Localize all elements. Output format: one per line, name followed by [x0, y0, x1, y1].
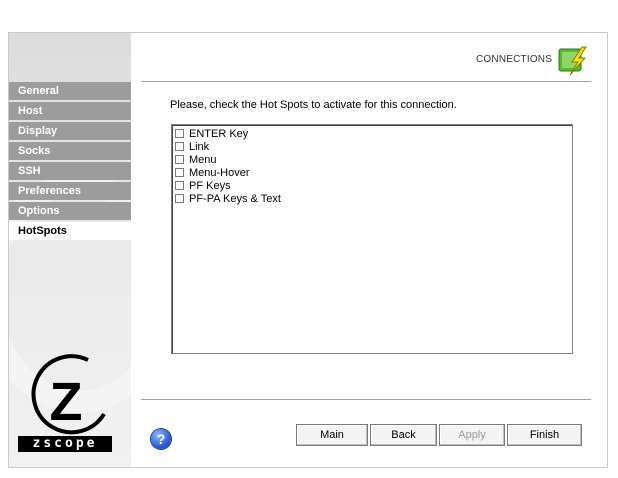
checkbox[interactable] [175, 168, 184, 177]
header-divider [141, 81, 591, 82]
checkbox[interactable] [175, 194, 184, 203]
sidebar-item-general[interactable]: General [9, 82, 131, 100]
hotspot-option-menu-hover[interactable]: Menu-Hover [175, 166, 572, 179]
apply-button[interactable]: Apply [439, 424, 505, 446]
hotspot-option-enter-key[interactable]: ENTER Key [175, 127, 572, 140]
connections-bolt-icon [558, 46, 587, 76]
sidebar-item-socks[interactable]: Socks [9, 142, 131, 160]
footer-divider [141, 399, 591, 400]
sidebar-item-display[interactable]: Display [9, 122, 131, 140]
option-label: Link [189, 140, 210, 153]
checkbox[interactable] [175, 181, 184, 190]
sidebar-item-host[interactable]: Host [9, 102, 131, 120]
sidebar-nav: General Host Display Socks SSH Preferenc… [9, 82, 131, 242]
instruction-text: Please, check the Hot Spots to activate … [170, 99, 457, 111]
hotspots-list[interactable]: ENTER Key Link Menu Menu-Hover PF Keys P… [171, 124, 573, 354]
page-title: CONNECTIONS [476, 54, 553, 65]
sidebar-item-ssh[interactable]: SSH [9, 162, 131, 180]
help-icon[interactable]: ? [151, 429, 171, 449]
checkbox[interactable] [175, 155, 184, 164]
finish-button[interactable]: Finish [507, 424, 582, 446]
checkbox[interactable] [175, 142, 184, 151]
checkbox[interactable] [175, 129, 184, 138]
sidebar-item-preferences[interactable]: Preferences [9, 182, 131, 200]
option-label: Menu-Hover [189, 166, 250, 179]
hotspot-option-pf-keys[interactable]: PF Keys [175, 179, 572, 192]
logo-letter: Z [50, 372, 83, 432]
hotspot-option-pf-pa-keys-text[interactable]: PF-PA Keys & Text [175, 192, 572, 205]
option-label: Menu [189, 153, 217, 166]
sidebar-item-hotspots[interactable]: HotSpots [9, 222, 131, 240]
hotspot-option-menu[interactable]: Menu [175, 153, 572, 166]
main-button[interactable]: Main [296, 424, 368, 446]
hotspot-option-link[interactable]: Link [175, 140, 572, 153]
option-label: PF Keys [189, 179, 231, 192]
option-label: ENTER Key [189, 127, 249, 140]
sidebar-item-options[interactable]: Options [9, 202, 131, 220]
back-button[interactable]: Back [370, 424, 437, 446]
option-label: PF-PA Keys & Text [189, 192, 281, 205]
logo-wordmark: zscope [18, 436, 112, 452]
